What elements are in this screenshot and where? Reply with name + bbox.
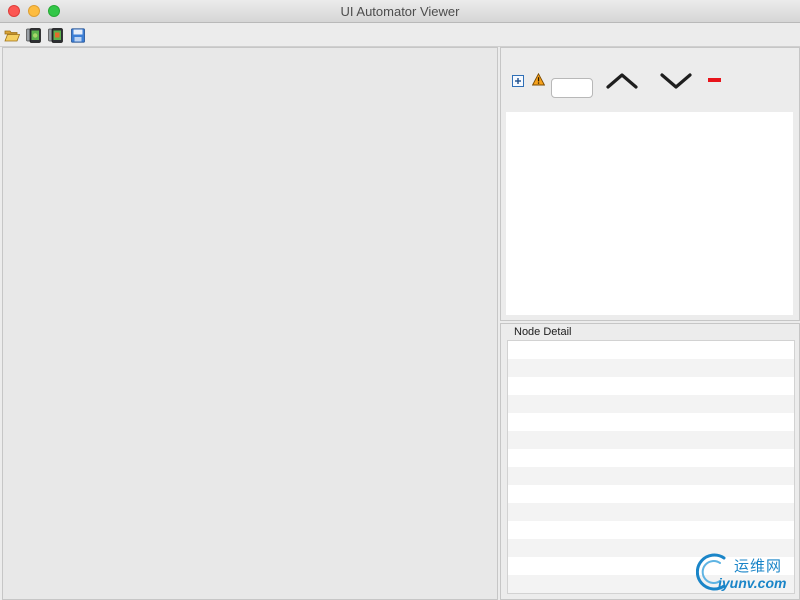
title-bar: UI Automator Viewer bbox=[0, 0, 800, 23]
table-row bbox=[508, 359, 794, 377]
table-row bbox=[508, 449, 794, 467]
table-row bbox=[508, 377, 794, 395]
node-detail-title: Node Detail bbox=[514, 326, 572, 338]
device-screenshot-compressed-icon[interactable] bbox=[48, 28, 64, 43]
device-screenshot-icon[interactable] bbox=[26, 28, 42, 43]
screenshot-pane[interactable] bbox=[2, 47, 498, 600]
window-title: UI Automator Viewer bbox=[340, 4, 460, 19]
nafs-warning-icon[interactable] bbox=[531, 72, 546, 86]
hierarchy-tree[interactable] bbox=[506, 112, 793, 315]
watermark-en-text: iyunv.com bbox=[718, 575, 787, 591]
table-row bbox=[508, 395, 794, 413]
table-row bbox=[508, 521, 794, 539]
save-icon[interactable] bbox=[70, 28, 86, 43]
table-row bbox=[508, 341, 794, 359]
minus-icon[interactable] bbox=[708, 78, 721, 82]
watermark: 运维网 iyunv.com bbox=[694, 550, 794, 596]
hierarchy-panel bbox=[500, 47, 800, 321]
watermark-cn-text: 运维网 bbox=[734, 558, 783, 575]
table-row bbox=[508, 485, 794, 503]
hierarchy-toolbar bbox=[501, 48, 799, 112]
open-icon[interactable] bbox=[4, 28, 21, 43]
chevron-down-icon[interactable] bbox=[660, 72, 692, 90]
chevron-up-icon[interactable] bbox=[606, 72, 638, 90]
search-input[interactable] bbox=[551, 78, 593, 98]
table-row bbox=[508, 431, 794, 449]
table-row bbox=[508, 413, 794, 431]
table-row bbox=[508, 467, 794, 485]
main-toolbar bbox=[0, 23, 800, 47]
expand-all-icon[interactable] bbox=[512, 74, 524, 87]
table-row bbox=[508, 503, 794, 521]
